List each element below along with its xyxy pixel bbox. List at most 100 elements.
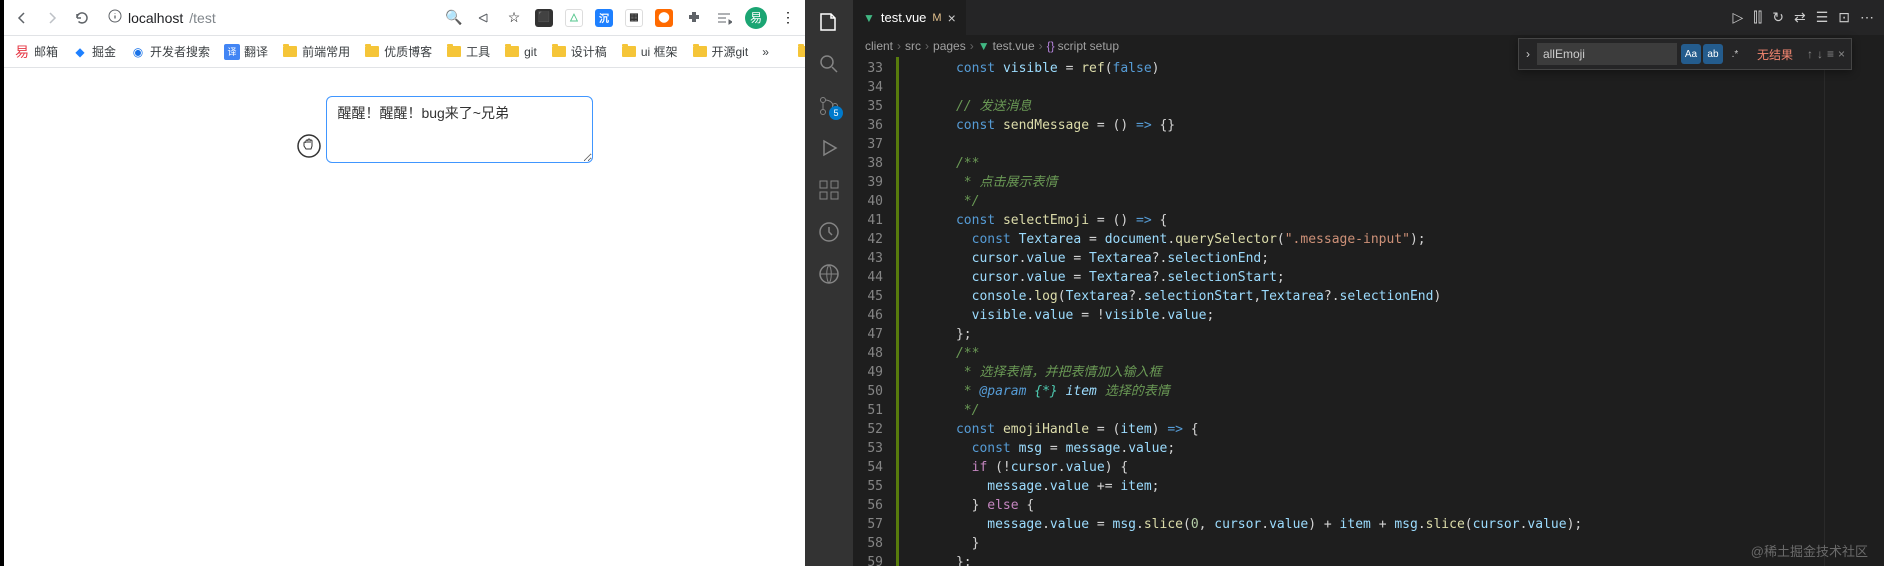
breadcrumb-item[interactable]: client [865,39,893,53]
search-activity-icon[interactable] [817,52,841,76]
zoom-icon[interactable]: 🔍 [445,9,463,27]
match-case-icon[interactable]: Aa [1681,44,1701,64]
tab-actions: ▷ ⫿⫿ ↻ ⇄ ☰ ⊡ ⋯ [1732,9,1884,26]
tab-test-vue[interactable]: ▼ test.vue M × [853,0,967,35]
ext-icon-5[interactable]: ⬤ [655,9,673,27]
toolbar-actions: 🔍 ☆ ⬛ △ 沉 ▦ ⬤ 易 ⋮ [445,7,797,29]
extensions-icon[interactable] [685,9,703,27]
timeline-icon[interactable] [817,220,841,244]
bookmark-label: 前端常用 [302,43,350,60]
bookmark-label: 优质博客 [384,43,432,60]
bookmark-item[interactable]: ◉开发者搜索 [130,43,210,60]
editor-tabs: ▼ test.vue M × ▷ ⫿⫿ ↻ ⇄ ☰ ⊡ ⋯ [853,0,1884,35]
watermark: @稀土掘金技术社区 [1751,541,1868,560]
remote-icon[interactable] [817,262,841,286]
scm-badge: 5 [829,106,843,120]
bookmark-label: 翻译 [244,43,268,60]
bookmark-item[interactable]: 易邮箱 [14,43,58,60]
code-editor[interactable]: 3334353637383940414243444546474849505152… [853,57,1884,566]
diff-icon[interactable]: ⇄ [1794,9,1806,26]
folder-icon [364,44,380,60]
ext-icon-4[interactable]: ▦ [625,9,643,27]
browser-toolbar: localhost/test 🔍 ☆ ⬛ △ 沉 ▦ ⬤ 易 ⋮ [4,0,805,36]
run-icon[interactable]: ▷ [1732,9,1743,26]
bookmarks-bar: 易邮箱 ◆掘金 ◉开发者搜索译翻译 前端常用 优质博客工具 git 设计稿 ui 框架 开源gi… [4,36,805,68]
tab-close-icon[interactable]: × [948,10,956,26]
bookmark-item[interactable]: 前端常用 [282,43,350,60]
find-close-icon[interactable]: × [1838,47,1845,61]
bookmark-label: ui 框架 [641,43,678,60]
menu-icon[interactable]: ⋮ [779,9,797,27]
find-result: 无结果 [1749,46,1801,63]
folder-icon [692,44,708,60]
folder-icon [282,44,298,60]
bookmark-label: 开源git [712,43,749,60]
bookmark-item[interactable]: 工具 [446,43,490,60]
find-input[interactable] [1537,43,1677,65]
bookmark-label: 设计稿 [571,43,607,60]
breadcrumb-item[interactable]: {} script setup [1047,39,1119,53]
forward-button[interactable] [42,8,62,28]
profile-avatar[interactable]: 易 [745,7,767,29]
more-icon-1[interactable]: ☰ [1816,9,1829,26]
bookmark-label: 邮箱 [34,43,58,60]
bookmarks-overflow-icon[interactable]: » [762,45,769,59]
back-button[interactable] [12,8,32,28]
bookmark-item[interactable]: ◆掘金 [72,43,116,60]
page-content [4,68,805,566]
more-actions-icon[interactable]: ⋯ [1860,9,1874,26]
browser-pane: localhost/test 🔍 ☆ ⬛ △ 沉 ▦ ⬤ 易 ⋮ 易邮箱◆掘金◉… [0,0,805,566]
folder-icon [551,44,567,60]
bookmark-favicon: ◆ [72,44,88,60]
bookmark-item[interactable]: 开源git [692,43,749,60]
explorer-icon[interactable] [817,10,841,34]
activity-bar: 5 [805,0,853,566]
star-icon[interactable]: ☆ [505,9,523,27]
search-expand-icon[interactable]: › [1519,47,1537,61]
regex-icon[interactable]: .* [1725,44,1745,64]
bookmark-favicon: 易 [14,44,30,60]
ext-icon-3[interactable]: 沉 [595,9,613,27]
bookmark-label: 开发者搜索 [150,43,210,60]
breadcrumb-item[interactable]: ▼ test.vue [978,39,1035,53]
minimap[interactable] [1824,57,1884,566]
bookmark-label: 掘金 [92,43,116,60]
vue-icon: ▼ [863,11,875,25]
hand-cursor-icon [296,133,322,159]
address-bar[interactable]: localhost/test [102,9,435,26]
playlist-icon[interactable] [715,9,733,27]
folder-icon [621,44,637,60]
bookmark-favicon: 译 [224,44,240,60]
reload-button[interactable] [72,8,92,28]
bookmark-item[interactable]: ui 框架 [621,43,678,60]
find-widget: › Aa ab .* 无结果 ↑ ↓ ≡ × [1518,38,1852,70]
bookmark-label: git [524,45,537,59]
message-input[interactable] [326,96,593,163]
url-host: localhost [128,10,183,26]
ext-icon-2[interactable]: △ [565,9,583,27]
ext-icon-1[interactable]: ⬛ [535,9,553,27]
info-icon [108,9,122,26]
bookmark-item[interactable]: git [504,44,537,60]
find-selection-icon[interactable]: ≡ [1827,47,1834,61]
bookmark-item[interactable]: 设计稿 [551,43,607,60]
url-path: /test [189,10,215,26]
debug-icon[interactable] [817,136,841,160]
scm-icon[interactable]: 5 [817,94,841,118]
split-icon[interactable]: ⫿⫿ [1753,9,1762,26]
share-icon[interactable] [475,9,493,27]
vscode-pane: 5 ▼ test.vue M × ▷ ⫿⫿ ↻ ⇄ [805,0,1884,566]
whole-word-icon[interactable]: ab [1703,44,1723,64]
find-next-icon[interactable]: ↓ [1817,47,1823,61]
find-prev-icon[interactable]: ↑ [1807,47,1813,61]
editor-area: ▼ test.vue M × ▷ ⫿⫿ ↻ ⇄ ☰ ⊡ ⋯ client › src… [853,0,1884,566]
bookmark-item[interactable]: 优质博客 [364,43,432,60]
compare-icon[interactable]: ↻ [1772,9,1784,26]
breadcrumb-item[interactable]: pages [933,39,966,53]
breadcrumb-item[interactable]: src [905,39,921,53]
bookmark-item[interactable]: 译翻译 [224,43,268,60]
code-content[interactable]: const visible = ref(false) // 发送消息 const… [899,57,1824,566]
more-icon-2[interactable]: ⊡ [1838,9,1850,26]
folder-icon [504,44,520,60]
extensions-activity-icon[interactable] [817,178,841,202]
